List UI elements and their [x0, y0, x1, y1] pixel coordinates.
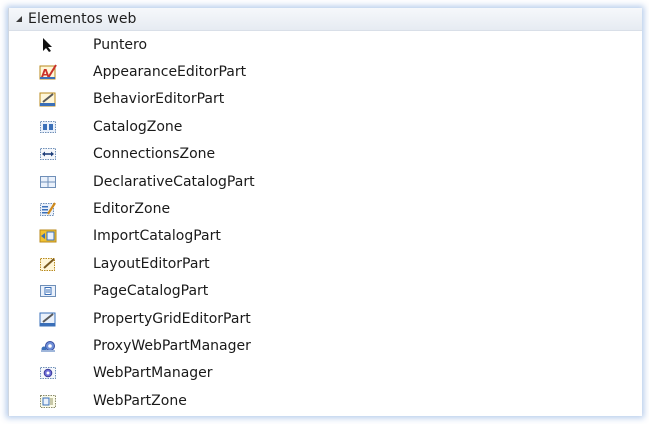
group-title: Elementos web: [28, 11, 137, 27]
toolbox-item-property-grid-editor-part[interactable]: PropertyGridEditorPart: [9, 305, 642, 332]
connections-zone-icon: [39, 145, 57, 163]
toolbox-item-label: PageCatalogPart: [93, 283, 209, 300]
toolbox-item-web-part-zone[interactable]: WebPartZone: [9, 387, 642, 414]
toolbox-item-layout-editor-part[interactable]: LayoutEditorPart: [9, 250, 642, 277]
toolbox-item-label: LayoutEditorPart: [93, 255, 210, 272]
toolbox-item-label: WebPartManager: [93, 365, 213, 382]
toolbox-item-pointer[interactable]: Puntero: [9, 31, 642, 58]
toolbox-item-web-part-manager[interactable]: WebPartManager: [9, 360, 642, 387]
toolbox-panel: Elementos web Puntero A AppearanceEditor…: [8, 8, 642, 416]
toolbox-item-editor-zone[interactable]: EditorZone: [9, 195, 642, 222]
behavior-editor-part-icon: [39, 90, 57, 108]
toolbox-item-catalog-zone[interactable]: CatalogZone: [9, 113, 642, 140]
declarative-catalog-part-icon: [39, 173, 57, 191]
catalog-zone-icon: [39, 118, 57, 136]
toolbox-item-list: Puntero A AppearanceEditorPart BehaviorE…: [9, 31, 642, 414]
toolbox-item-label: ConnectionsZone: [93, 146, 216, 163]
toolbox-item-label: ImportCatalogPart: [93, 228, 221, 245]
toolbox-item-label: DeclarativeCatalogPart: [93, 173, 255, 190]
toolbox-item-label: WebPartZone: [93, 392, 187, 409]
toolbox-item-label: CatalogZone: [93, 118, 183, 135]
pointer-icon: [39, 36, 57, 54]
toolbox-item-label: EditorZone: [93, 201, 171, 218]
toolbox-item-page-catalog-part[interactable]: PageCatalogPart: [9, 278, 642, 305]
group-header-web-parts[interactable]: Elementos web: [9, 8, 642, 31]
web-part-manager-icon: [39, 364, 57, 382]
toolbox-item-label: PropertyGridEditorPart: [93, 310, 251, 327]
web-part-zone-icon: [39, 392, 57, 410]
toolbox-item-behavior-editor-part[interactable]: BehaviorEditorPart: [9, 86, 642, 113]
toolbox-item-label: AppearanceEditorPart: [93, 64, 247, 81]
proxy-web-part-manager-icon: [39, 337, 57, 355]
toolbox-item-connections-zone[interactable]: ConnectionsZone: [9, 141, 642, 168]
toolbox-item-label: BehaviorEditorPart: [93, 91, 225, 108]
toolbox-item-appearance-editor-part[interactable]: A AppearanceEditorPart: [9, 58, 642, 85]
collapse-triangle-icon[interactable]: [14, 14, 24, 24]
toolbox-item-import-catalog-part[interactable]: ImportCatalogPart: [9, 223, 642, 250]
toolbox-item-proxy-web-part-manager[interactable]: ProxyWebPartManager: [9, 332, 642, 359]
page-catalog-part-icon: [39, 282, 57, 300]
import-catalog-part-icon: [39, 227, 57, 245]
layout-editor-part-icon: [39, 255, 57, 273]
toolbox-item-label: ProxyWebPartManager: [93, 337, 251, 354]
editor-zone-icon: [39, 200, 57, 218]
property-grid-editor-part-icon: [39, 310, 57, 328]
appearance-editor-part-icon: A: [39, 63, 57, 81]
toolbox-item-declarative-catalog-part[interactable]: DeclarativeCatalogPart: [9, 168, 642, 195]
toolbox-item-label: Puntero: [93, 36, 148, 53]
